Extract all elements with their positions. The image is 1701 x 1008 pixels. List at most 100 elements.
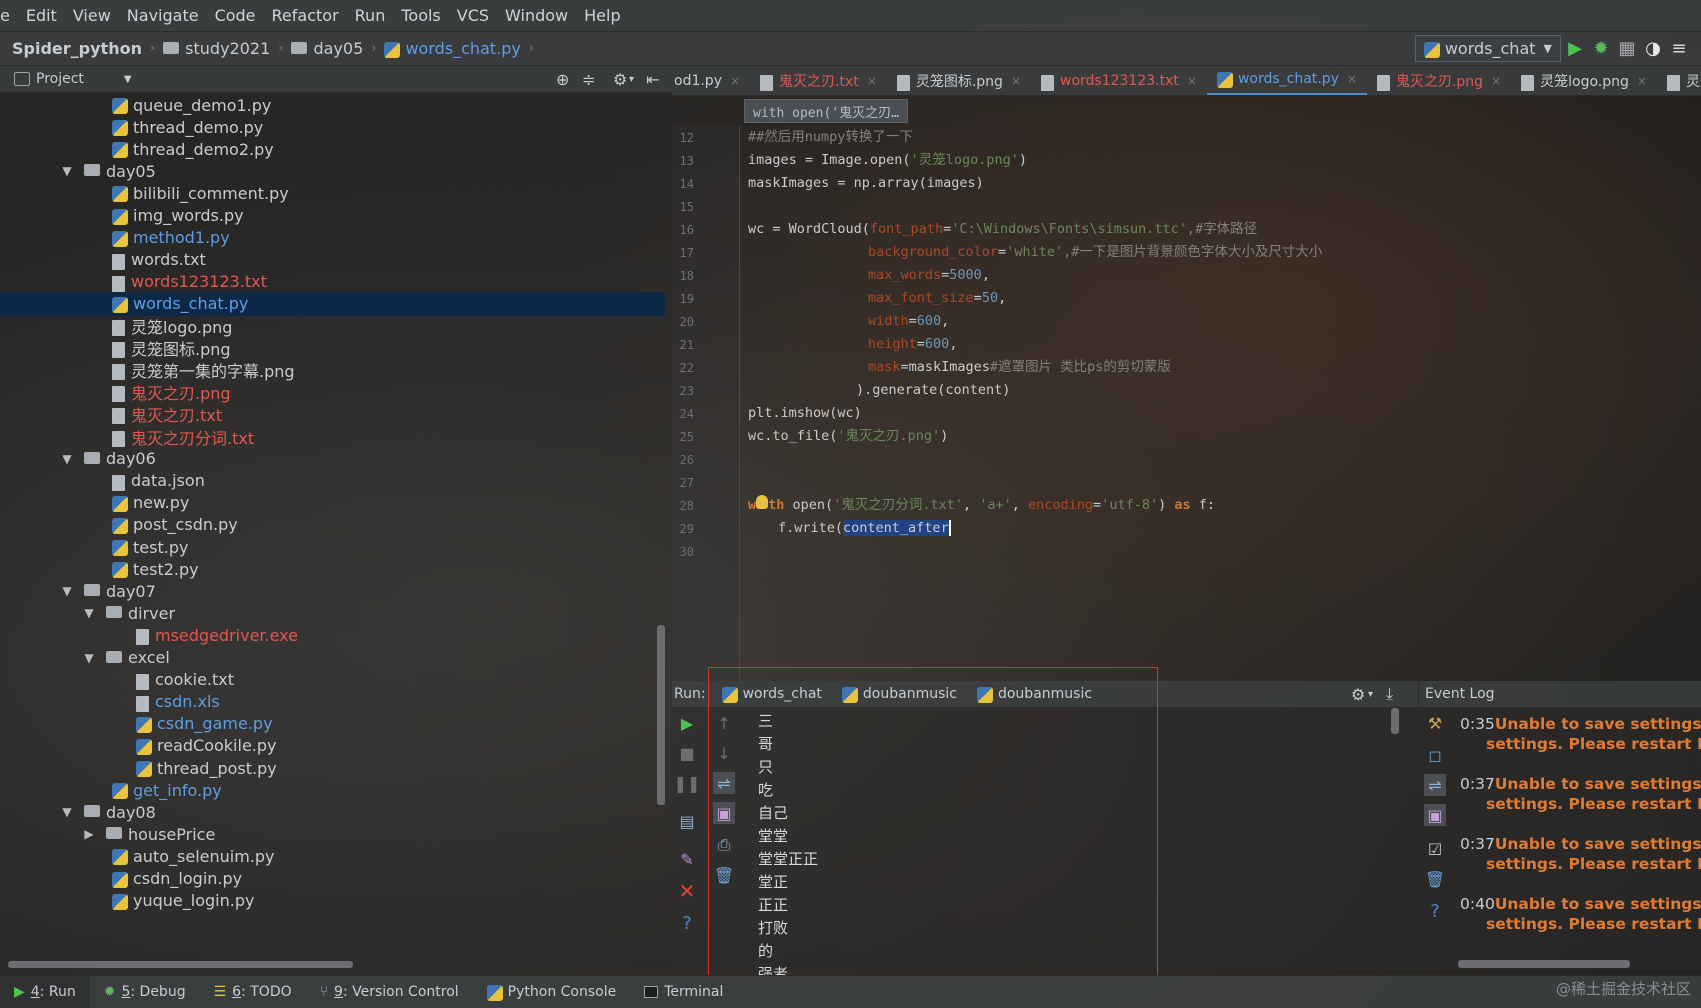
close-icon[interactable]: × [1491,74,1501,88]
project-tree-horizontal-scrollbar[interactable] [8,961,353,968]
scroll-to-end-icon[interactable]: ▣ [1424,804,1446,826]
tree-file[interactable]: words123123.txt [0,270,665,294]
tree-folder[interactable]: ▼ day07 [0,579,665,603]
gear-icon[interactable]: ⚙ [1351,685,1365,704]
close-icon[interactable]: × [1011,74,1021,88]
run-output-scrollbar[interactable] [1391,708,1399,734]
chevron-down-icon[interactable]: ▾ [1368,689,1373,700]
menu-tools[interactable]: Tools [393,6,448,25]
sticky-scope-header[interactable]: with open('鬼灭之刃… [744,99,908,123]
chevron-down-icon[interactable]: ▼ [60,452,74,466]
pin-icon[interactable]: ✎ [676,848,698,870]
tree-file[interactable]: get_info.py [0,778,665,802]
run-tool-button[interactable]: ▶ 4: Run [0,975,90,1008]
soft-wrap-icon[interactable]: ⇌ [1424,774,1446,796]
close-icon[interactable]: × [1347,72,1357,86]
python-console-tool-button[interactable]: Python Console [473,984,631,1001]
tree-file[interactable]: 灵笼图标.png [0,336,665,360]
tree-file[interactable]: 灵笼logo.png [0,314,665,338]
chevron-down-icon[interactable]: ▼ [124,74,132,85]
tree-file[interactable]: yuque_login.py [0,889,665,913]
menu-help[interactable]: Help [576,6,628,25]
concurrency-icon[interactable]: ≡ [1669,38,1689,59]
chevron-down-icon[interactable]: ▼ [60,164,74,178]
tree-file[interactable]: csdn.xls [0,690,665,714]
editor-tab[interactable]: 鬼灭之刃.txt × [750,66,887,95]
rerun-icon[interactable]: ▶ [676,712,698,734]
gear-icon[interactable]: ⚙ [613,70,627,89]
editor-tab[interactable]: words_chat.py × [1206,66,1367,95]
chevron-down-icon[interactable]: ▾ [629,74,634,85]
tree-file[interactable]: thread_post.py [0,756,665,780]
tree-file[interactable]: thread_demo.py [0,115,665,139]
chevron-right-icon[interactable]: ▶ [82,827,96,841]
terminal-tool-button[interactable]: Terminal [630,984,737,1000]
menu-file[interactable]: e [0,6,18,25]
tree-file[interactable]: cookie.txt [0,668,665,692]
code-editor[interactable]: ##然后用numpy转换了一下 images = Image.open('灵笼l… [742,126,1701,681]
hide-panel-icon[interactable]: ⇤ [646,70,659,89]
menu-run[interactable]: Run [347,6,394,25]
menu-code[interactable]: Code [207,6,264,25]
tree-file[interactable]: msedgedriver.exe [0,623,665,647]
help-icon[interactable]: ? [1424,900,1446,922]
tree-file[interactable]: img_words.py [0,204,665,228]
tree-file[interactable]: csdn_login.py [0,867,665,891]
tree-file[interactable]: data.json [0,469,665,493]
hide-panel-icon[interactable]: ⤓ [1386,684,1393,704]
menu-navigate[interactable]: Navigate [119,6,207,25]
breadcrumb-folder-study2021[interactable]: study2021 [157,39,276,58]
tree-file[interactable]: bilibili_comment.py [0,181,665,205]
debug-tool-button[interactable]: ✹ 5: Debug [90,984,200,1000]
tree-file[interactable]: words.txt [0,248,665,272]
tree-file[interactable]: test2.py [0,557,665,581]
tree-folder[interactable]: ▼ day06 [0,447,665,471]
close-icon[interactable]: × [730,74,740,88]
trash-icon[interactable]: 🗑 [1424,868,1446,890]
menu-vcs[interactable]: VCS [449,6,497,25]
tree-file[interactable]: 鬼灭之刃.png [0,380,665,404]
checkbox-icon[interactable]: ☑ [1424,838,1446,860]
tree-file[interactable]: thread_demo2.py [0,137,665,161]
menu-refactor[interactable]: Refactor [264,6,347,25]
tree-file[interactable]: 鬼灭之刃.txt [0,402,665,426]
tree-file[interactable]: 灵笼第一集的字幕.png [0,358,665,382]
chevron-down-icon[interactable]: ▼ [82,606,96,620]
tree-file[interactable]: test.py [0,535,665,559]
menu-edit[interactable]: Edit [18,6,65,25]
collapse-all-icon[interactable]: ≑ [582,70,595,89]
settings-wrench-icon[interactable]: ⚒ [1424,712,1446,734]
layout-icon[interactable]: ▤ [676,810,698,832]
tree-folder[interactable]: ▼ day08 [0,800,665,824]
project-panel-title[interactable]: Project [36,71,84,87]
tree-folder[interactable]: ▼ excel [0,646,665,670]
coverage-icon[interactable]: ▦ [1617,38,1637,59]
close-icon[interactable]: × [867,74,877,88]
help-icon[interactable]: ? [676,912,698,934]
tree-file[interactable]: words_chat.py [0,291,665,316]
editor-tab[interactable]: 灵笼第 [1657,66,1701,95]
pause-icon[interactable]: ❚❚ [674,772,701,794]
run-configuration-select[interactable]: words_chat ▼ [1414,35,1561,62]
tree-file[interactable]: auto_selenuim.py [0,844,665,868]
menu-view[interactable]: View [65,6,119,25]
editor-tab[interactable]: 灵笼logo.png × [1511,66,1657,95]
tree-folder[interactable]: ▶ housePrice [0,822,665,846]
close-icon[interactable]: ✕ [676,879,698,903]
debug-icon[interactable]: ✹ [1591,38,1611,59]
tree-file[interactable]: post_csdn.py [0,513,665,537]
chevron-down-icon[interactable]: ▼ [82,651,96,665]
tree-file[interactable]: method1.py [0,226,665,250]
editor-tab[interactable]: words123123.txt × [1031,66,1207,95]
speech-bubble-icon[interactable]: ◻ [1424,744,1446,766]
project-tree-scrollbar[interactable] [657,625,665,805]
event-log-scrollbar[interactable] [1458,960,1630,968]
editor-tab[interactable]: od1.py × [672,66,750,95]
version-control-tool-button[interactable]: ⑂ 9: Version Control [306,984,473,1000]
breadcrumb-file[interactable]: words_chat.py [378,39,526,58]
run-icon[interactable]: ▶ [1565,38,1585,59]
tree-file[interactable]: new.py [0,491,665,515]
menu-window[interactable]: Window [497,6,576,25]
close-icon[interactable]: × [1637,74,1647,88]
stop-icon[interactable]: ■ [676,742,698,764]
